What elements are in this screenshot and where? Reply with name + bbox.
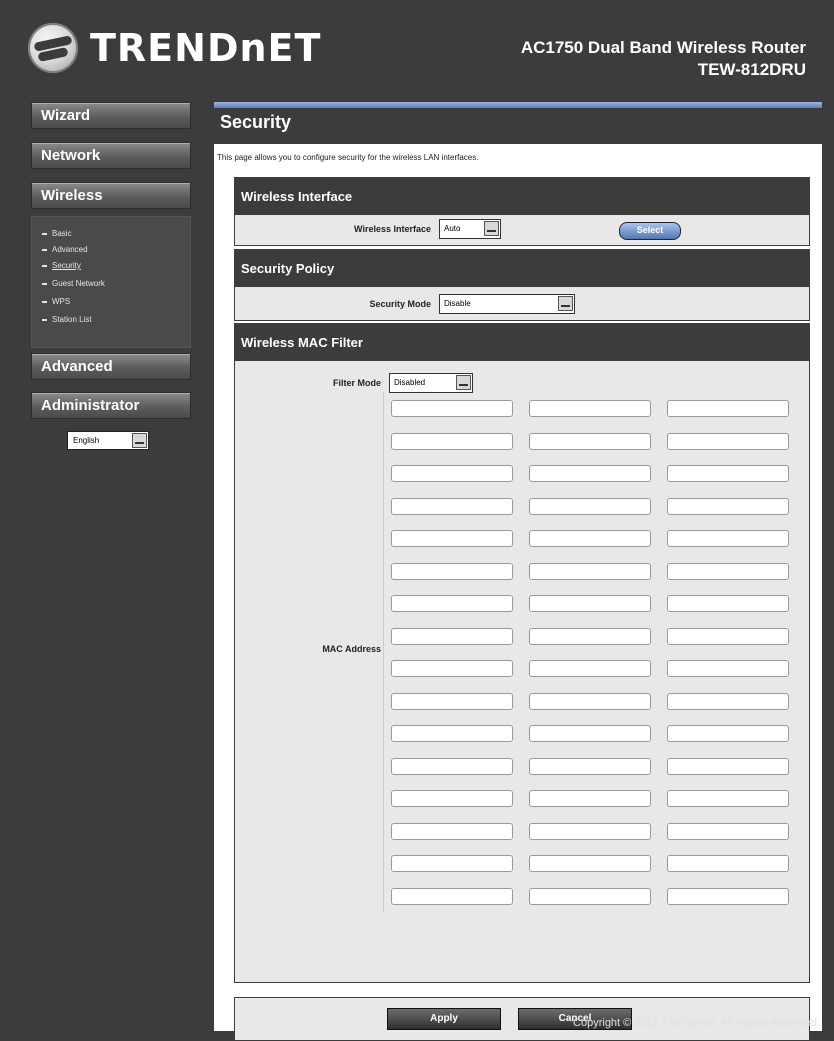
mac-address-input[interactable] <box>529 822 651 840</box>
mac-address-input[interactable] <box>391 660 513 677</box>
select-button[interactable]: Select <box>619 222 681 240</box>
nav-administrator[interactable]: Administrator <box>31 392 191 419</box>
mac-address-input[interactable] <box>391 530 513 547</box>
page-description: This page allows you to configure securi… <box>217 153 479 162</box>
nav-wireless[interactable]: Wireless <box>31 182 191 209</box>
nav-advanced[interactable]: Advanced <box>31 353 191 380</box>
mac-address-input[interactable] <box>667 595 789 612</box>
mac-address-input[interactable] <box>391 822 513 840</box>
filter-mode-label: Filter Mode <box>332 378 381 388</box>
mac-address-input[interactable] <box>391 497 513 515</box>
sidebar-item-wps[interactable]: WPS <box>42 297 70 306</box>
mac-address-input[interactable] <box>529 887 651 905</box>
mac-address-input[interactable] <box>529 692 651 710</box>
mac-address-input[interactable] <box>667 790 789 807</box>
sidebar-item-guest-network[interactable]: Guest Network <box>42 279 105 288</box>
mac-filter-section: Wireless MAC Filter Filter Mode Disabled… <box>234 323 810 983</box>
mac-address-input[interactable] <box>529 790 651 807</box>
mac-address-input[interactable] <box>667 725 789 742</box>
wireless-interface-section: Wireless Interface Wireless Interface Au… <box>234 177 810 246</box>
security-policy-section: Security Policy Security Mode Disable <box>234 249 810 321</box>
mac-address-input[interactable] <box>529 400 651 417</box>
security-mode-value: Disable <box>444 299 471 308</box>
mac-address-input[interactable] <box>391 855 513 872</box>
trendnet-logo-icon <box>28 23 78 73</box>
mac-address-input[interactable] <box>391 692 513 710</box>
page-title: Security <box>220 112 292 132</box>
mac-address-input[interactable] <box>667 497 789 515</box>
sidebar-item-security[interactable]: Security <box>42 261 81 270</box>
mac-address-input[interactable] <box>391 400 513 417</box>
title-bar: Security <box>214 108 822 144</box>
mac-address-input[interactable] <box>391 595 513 612</box>
mac-address-input[interactable] <box>391 790 513 807</box>
security-policy-heading: Security Policy <box>235 250 809 287</box>
dropdown-arrow-icon[interactable] <box>132 433 147 448</box>
mac-address-input[interactable] <box>391 562 513 580</box>
wireless-submenu: Basic Advanced Security Guest Network WP… <box>31 216 191 348</box>
header: TRENDnET AC1750 Dual Band Wireless Route… <box>0 0 834 100</box>
language-select[interactable]: English <box>67 431 149 450</box>
sidebar: Wizard Network Wireless Basic Advanced S… <box>0 100 208 1031</box>
mac-address-input[interactable] <box>529 660 651 677</box>
mac-address-input[interactable] <box>667 855 789 872</box>
mac-address-input[interactable] <box>529 497 651 515</box>
sidebar-item-advanced[interactable]: Advanced <box>42 245 88 254</box>
filter-mode-value: Disabled <box>394 378 426 387</box>
content-area: This page allows you to configure securi… <box>214 144 822 1041</box>
mac-address-input[interactable] <box>667 400 789 417</box>
main-panel: Security This page allows you to configu… <box>208 100 822 1041</box>
copyright-text: Copyright © 2012 TRENDnet. All Rights Re… <box>573 1017 820 1029</box>
mac-address-input[interactable] <box>529 530 651 547</box>
logo-text: TRENDnET <box>90 26 322 70</box>
mac-address-input[interactable] <box>667 692 789 710</box>
dropdown-arrow-icon[interactable] <box>484 221 499 236</box>
wireless-interface-label: Wireless Interface <box>354 224 431 234</box>
mac-address-input[interactable] <box>667 627 789 645</box>
mac-address-input[interactable] <box>667 562 789 580</box>
language-value: English <box>73 436 100 445</box>
mac-address-input[interactable] <box>529 757 651 775</box>
dropdown-arrow-icon[interactable] <box>456 375 471 390</box>
mac-address-input[interactable] <box>667 660 789 677</box>
mac-address-input[interactable] <box>529 725 651 742</box>
mac-address-input[interactable] <box>391 465 513 482</box>
product-name: AC1750 Dual Band Wireless Router <box>520 38 806 57</box>
product-info: AC1750 Dual Band Wireless Router TEW-812… <box>521 38 806 80</box>
mac-address-input[interactable] <box>529 562 651 580</box>
security-mode-select[interactable]: Disable <box>439 294 575 314</box>
security-mode-label: Security Mode <box>369 299 431 309</box>
mac-address-input[interactable] <box>667 432 789 450</box>
mac-address-input[interactable] <box>529 465 651 482</box>
mac-address-input[interactable] <box>667 887 789 905</box>
wireless-interface-heading: Wireless Interface <box>235 178 809 215</box>
mac-address-input[interactable] <box>529 627 651 645</box>
product-model: TEW-812DRU <box>697 60 806 79</box>
nav-network[interactable]: Network <box>31 142 191 169</box>
mac-filter-heading: Wireless MAC Filter <box>235 324 809 361</box>
dropdown-arrow-icon[interactable] <box>558 296 573 311</box>
mac-address-input[interactable] <box>667 822 789 840</box>
mac-address-input[interactable] <box>391 757 513 775</box>
sidebar-item-station-list[interactable]: Station List <box>42 315 92 324</box>
nav-wizard[interactable]: Wizard <box>31 102 191 129</box>
trendnet-logo: TRENDnET <box>28 22 321 74</box>
footer: Copyright © 2012 TRENDnet. All Rights Re… <box>0 1011 834 1031</box>
mac-address-input[interactable] <box>667 530 789 547</box>
mac-address-input[interactable] <box>667 757 789 775</box>
wireless-interface-select[interactable]: Auto <box>439 219 501 239</box>
mac-address-input[interactable] <box>391 627 513 645</box>
mac-address-input[interactable] <box>529 432 651 450</box>
mac-address-input[interactable] <box>391 432 513 450</box>
wireless-interface-value: Auto <box>444 224 461 233</box>
filter-mode-select[interactable]: Disabled <box>389 373 473 393</box>
mac-address-grid <box>235 392 809 912</box>
mac-address-input[interactable] <box>667 465 789 482</box>
mac-address-input[interactable] <box>391 887 513 905</box>
mac-address-input[interactable] <box>529 595 651 612</box>
sidebar-item-basic[interactable]: Basic <box>42 229 72 238</box>
mac-address-input[interactable] <box>391 725 513 742</box>
mac-address-input[interactable] <box>529 855 651 872</box>
